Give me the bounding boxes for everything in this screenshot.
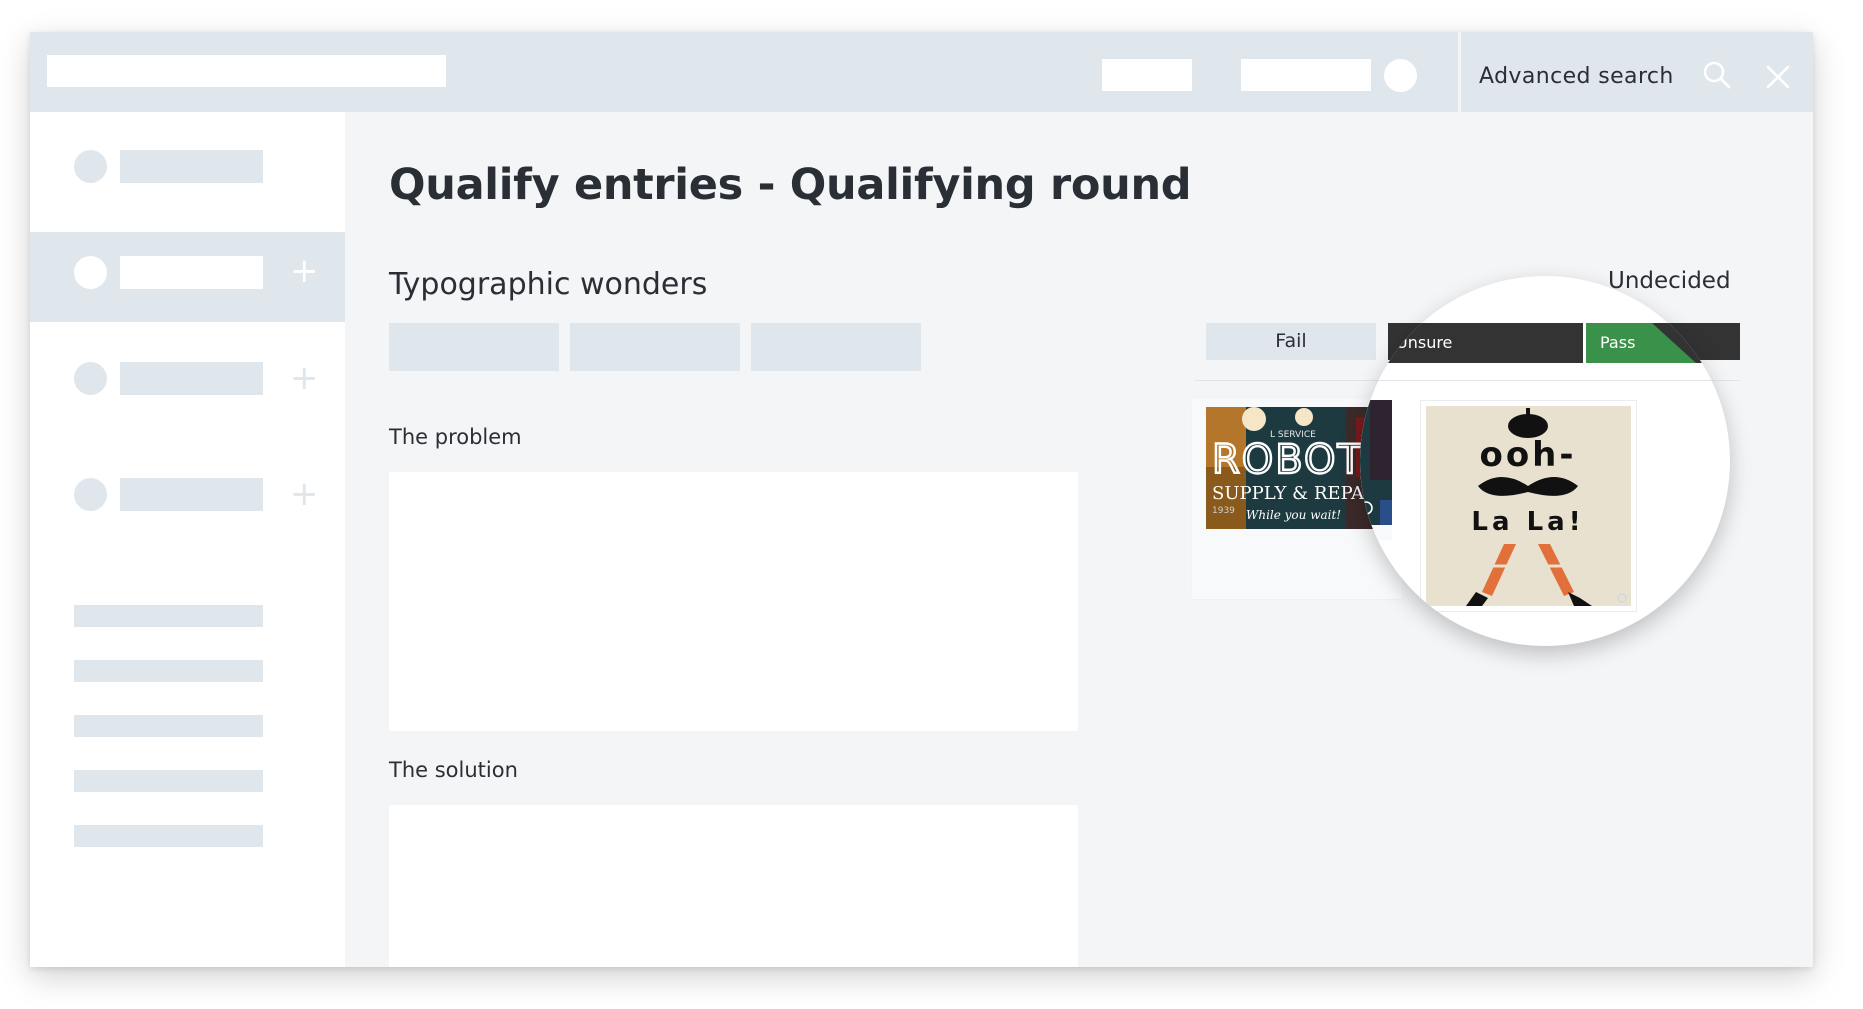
solution-text-box: [389, 805, 1078, 967]
sidebar-link[interactable]: [74, 605, 263, 627]
decision-status: Undecided: [1608, 268, 1731, 294]
pass-label: Pass: [1600, 333, 1636, 352]
solution-label: The solution: [389, 758, 518, 782]
sidebar-item-icon: [74, 362, 107, 395]
tab-3[interactable]: [751, 323, 921, 371]
sidebar-item-1[interactable]: [30, 132, 345, 222]
sidebar-item-icon: [74, 150, 107, 183]
sidebar-item-2-active[interactable]: +: [30, 232, 345, 322]
magnifier-lens: Unsure Pass ooh- La La!: [1360, 276, 1730, 646]
unsure-button[interactable]: Unsure: [1378, 323, 1583, 363]
top-bar: Advanced search: [30, 32, 1813, 112]
sidebar-item-label: [120, 362, 263, 395]
sidebar-link[interactable]: [74, 660, 263, 682]
sidebar-link[interactable]: [74, 770, 263, 792]
poster-text-ooh: ooh-: [1479, 435, 1576, 475]
top-nav-button[interactable]: [1102, 59, 1192, 91]
ooh-la-la-poster-thumbnail[interactable]: ooh- La La!: [1426, 406, 1631, 606]
sidebar-item-4[interactable]: +: [30, 460, 345, 550]
problem-text-box: [389, 472, 1078, 731]
robot-thumbnail-zoom[interactable]: [1360, 400, 1392, 540]
sidebar-item-label: [120, 150, 263, 183]
sign-year-text: 1939: [1212, 506, 1235, 516]
pass-button[interactable]: Pass: [1586, 323, 1730, 363]
avatar[interactable]: [1384, 59, 1417, 92]
plus-icon[interactable]: +: [290, 254, 319, 288]
sign-robot-text: ROBOT: [1212, 437, 1364, 483]
tab-1[interactable]: [389, 323, 559, 371]
sidebar-link[interactable]: [74, 715, 263, 737]
search-icon[interactable]: [1702, 60, 1732, 90]
fail-button[interactable]: Fail: [1206, 323, 1376, 360]
advanced-search-label[interactable]: Advanced search: [1479, 64, 1674, 89]
app-window: Advanced search + + + Qualify entries - …: [30, 32, 1813, 967]
sidebar-item-icon: [74, 256, 107, 289]
lens-divider: [1360, 380, 1730, 381]
category-title: Typographic wonders: [389, 267, 708, 302]
sidebar: + + +: [30, 112, 345, 967]
sidebar-item-label: [120, 256, 263, 289]
top-bar-divider: [1458, 32, 1461, 112]
global-search-input[interactable]: [47, 55, 446, 87]
user-menu-button[interactable]: [1241, 59, 1371, 91]
entry-thumbnail-card[interactable]: ooh- La La!: [1420, 400, 1637, 612]
page-title: Qualify entries - Qualifying round: [389, 160, 1192, 210]
poster-text-lala: La La!: [1471, 507, 1584, 537]
sidebar-link[interactable]: [74, 825, 263, 847]
plus-icon[interactable]: +: [290, 361, 319, 395]
sidebar-item-label: [120, 478, 263, 511]
sidebar-item-3[interactable]: +: [30, 344, 345, 434]
tab-2[interactable]: [570, 323, 740, 371]
plus-icon[interactable]: +: [290, 477, 319, 511]
sidebar-item-icon: [74, 478, 107, 511]
sign-script-text: While you wait!: [1246, 508, 1341, 522]
problem-label: The problem: [389, 425, 522, 449]
close-icon[interactable]: [1765, 64, 1791, 90]
